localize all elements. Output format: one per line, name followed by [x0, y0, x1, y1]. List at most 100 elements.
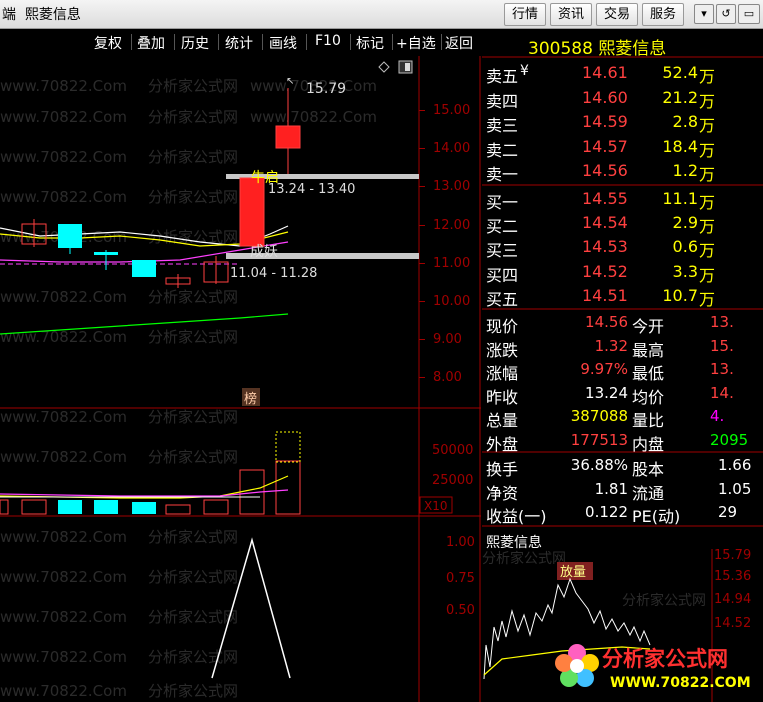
- stat-value: 1.81: [594, 479, 628, 498]
- svg-text:www.70822.Com: www.70822.Com: [0, 448, 127, 466]
- candle: [132, 260, 156, 277]
- svg-text:www.70822.Com: www.70822.Com: [0, 77, 127, 95]
- back-button[interactable]: 返回: [445, 33, 473, 53]
- menu-icon[interactable]: ▾: [694, 4, 714, 24]
- sell-price[interactable]: 14.59: [582, 112, 628, 131]
- volume-unit: 万: [699, 91, 716, 111]
- stat-label: 流通: [632, 483, 665, 503]
- maximize-icon[interactable]: ▭: [738, 4, 760, 24]
- price-tick: 12.00: [433, 218, 470, 233]
- price-tick: 9.00: [433, 332, 462, 347]
- svg-text:榜: 榜: [244, 391, 257, 407]
- trade-button[interactable]: 交易: [596, 3, 638, 26]
- svg-text:www.70822.Com: www.70822.Com: [0, 648, 127, 666]
- stat-label: 昨收: [486, 387, 519, 407]
- buy-price[interactable]: 14.51: [582, 286, 628, 305]
- buy-level-label: 买三: [486, 241, 519, 261]
- stat-label: 净资: [486, 483, 519, 503]
- buy-price[interactable]: 14.53: [582, 237, 628, 256]
- site-logo: 分析家公式网 WWW.70822.COM: [554, 637, 754, 699]
- svg-text:分析家公式网: 分析家公式网: [148, 148, 238, 166]
- stat-label: 最高: [632, 340, 665, 360]
- price-tick: 14.00: [433, 141, 470, 156]
- sell-volume: 2.8: [672, 112, 698, 131]
- price-tick: 11.00: [433, 256, 470, 271]
- indicator-tick: 1.00: [446, 535, 475, 550]
- buy-price[interactable]: 14.55: [582, 189, 628, 208]
- volume-unit: 万: [699, 241, 716, 261]
- draw-line-button[interactable]: 画线: [269, 33, 297, 53]
- svg-text:分析家公式网: 分析家公式网: [148, 228, 238, 246]
- svg-text:分析家公式网: 分析家公式网: [622, 592, 706, 609]
- volume-unit: 万: [699, 289, 716, 309]
- diamond-icon[interactable]: [378, 61, 390, 73]
- svg-text:www.70822.Com: www.70822.Com: [0, 608, 127, 626]
- sell-level-label: 卖二: [486, 140, 519, 160]
- buy-volume: 0.6: [672, 237, 698, 257]
- kline-chart[interactable]: 15.00 14.00 13.00 12.00 11.00 10.00 9.00…: [0, 56, 481, 702]
- svg-text:分析家公式网: 分析家公式网: [148, 77, 238, 95]
- volume-unit: X10: [424, 499, 448, 513]
- mark-button[interactable]: 标记: [356, 33, 384, 53]
- panel-toggle-icon[interactable]: [398, 60, 413, 74]
- volume-unit: 万: [699, 116, 716, 135]
- f10-button[interactable]: F10: [315, 33, 341, 49]
- volume-unit: 万: [699, 265, 716, 285]
- volume-unit: 万: [699, 217, 716, 237]
- buy-volume: 2.9: [672, 213, 698, 233]
- stat-value: 2095: [710, 430, 749, 449]
- adjust-button[interactable]: 复权: [94, 33, 122, 53]
- stock-code-title: 300588 熙菱信息: [528, 39, 667, 59]
- add-watchlist-button[interactable]: +自选: [396, 33, 436, 53]
- sell-price[interactable]: 14.61: [582, 63, 628, 82]
- price-tick: 15.00: [433, 103, 470, 118]
- history-button[interactable]: 历史: [181, 33, 209, 53]
- stat-label: 换手: [486, 460, 519, 479]
- service-button[interactable]: 服务: [642, 3, 684, 26]
- buy-price[interactable]: 14.52: [582, 262, 628, 281]
- stat-value: 13.: [710, 360, 734, 378]
- stat-value: 0.122: [585, 503, 628, 521]
- stat-value: 13.24: [585, 383, 628, 402]
- news-button[interactable]: 资讯: [550, 3, 592, 26]
- svg-text:分析家公式网: 分析家公式网: [482, 550, 566, 567]
- candle: [275, 125, 301, 149]
- chart-toolbar: 复权 叠加 历史 统计 画线 F10 标记 +自选 返回: [0, 29, 481, 56]
- mini-tick: 14.52: [714, 616, 751, 631]
- sell-price[interactable]: 14.56: [582, 161, 628, 180]
- svg-text:分析家公式网: 分析家公式网: [148, 108, 238, 126]
- buy-price[interactable]: 14.54: [582, 213, 628, 232]
- price-tick: 8.00: [433, 370, 462, 385]
- statistics-button[interactable]: 统计: [225, 33, 253, 53]
- indicator-tick: 0.50: [446, 603, 475, 618]
- svg-text:分析家公式网: 分析家公式网: [148, 408, 238, 426]
- sell-volume: 1.2: [672, 161, 698, 180]
- candle: [94, 252, 118, 255]
- sell-level-label: 卖四: [486, 91, 519, 111]
- stat-value: 1.66: [718, 456, 752, 474]
- stat-value: 15.: [710, 336, 734, 355]
- zone-upper-range: 13.24 - 13.40: [268, 182, 355, 197]
- overlay-button[interactable]: 叠加: [137, 33, 165, 53]
- svg-text:分析家公式网: 分析家公式网: [148, 682, 238, 700]
- restore-icon[interactable]: ↺: [716, 4, 736, 24]
- buy-volume: 11.1: [662, 189, 698, 208]
- buy-level-label: 买四: [486, 265, 519, 285]
- stat-value: 14.: [710, 383, 734, 402]
- zone-lower-range: 11.04 - 11.28: [230, 266, 317, 281]
- svg-text:www.70822.Com: www.70822.Com: [0, 108, 127, 126]
- stat-value: 387088: [570, 407, 628, 425]
- svg-text:www.70822.Com: www.70822.Com: [0, 408, 127, 426]
- stat-value: 9.97%: [580, 360, 628, 378]
- svg-text:分析家公式网: 分析家公式网: [148, 568, 238, 586]
- svg-text:www.70822.Com: www.70822.Com: [0, 148, 127, 166]
- sell-price[interactable]: 14.57: [582, 137, 628, 156]
- mini-tick: 15.79: [714, 549, 751, 563]
- stat-label: 均价: [632, 387, 665, 407]
- stat-value: 29: [718, 503, 738, 521]
- market-button[interactable]: 行情: [504, 3, 546, 26]
- stat-value: 1.05: [718, 479, 752, 498]
- svg-text:分析家公式网: 分析家公式网: [148, 328, 238, 346]
- volume-unit: 万: [699, 140, 716, 160]
- sell-price[interactable]: 14.60: [582, 88, 628, 107]
